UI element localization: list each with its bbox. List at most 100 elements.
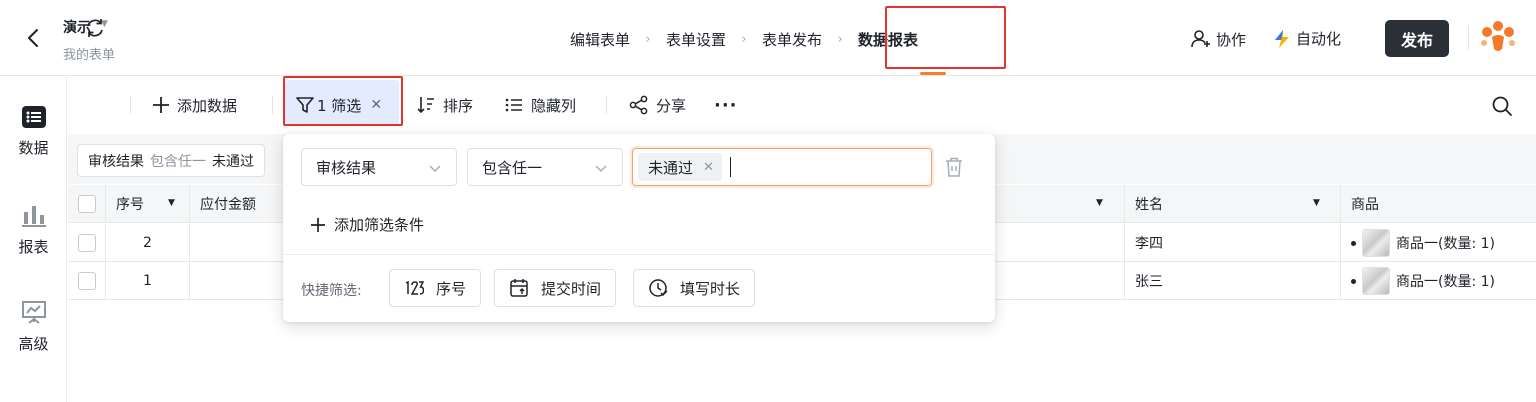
- collab-label: 协作: [1216, 30, 1247, 49]
- search-icon[interactable]: [1491, 95, 1513, 117]
- toolbar-divider: [130, 96, 131, 114]
- rail-item-label: 数据: [18, 139, 49, 157]
- header-seq-label: 序号: [116, 197, 144, 213]
- filter-operator-value: 包含任一: [482, 158, 543, 177]
- publish-button[interactable]: 发布: [1385, 20, 1449, 57]
- add-user-icon: [1191, 30, 1210, 48]
- collab-button[interactable]: 协作: [1190, 28, 1246, 50]
- toolbar-divider: [606, 96, 607, 114]
- left-rail: 数据 报表 高级: [0, 77, 67, 402]
- column-menu-icon[interactable]: ▼: [1096, 198, 1103, 208]
- filter-icon: [296, 97, 314, 113]
- filter-summary-chip[interactable]: 审核结果 包含任一 未通过: [77, 144, 265, 177]
- remove-tag-icon[interactable]: ✕: [703, 160, 714, 175]
- column-menu-icon[interactable]: ▼: [1313, 198, 1320, 208]
- summary-field: 审核结果: [88, 153, 144, 170]
- automation-button[interactable]: 自动化: [1272, 28, 1341, 49]
- filter-field-select[interactable]: 审核结果: [301, 148, 457, 186]
- user-avatar-logo[interactable]: [1478, 19, 1518, 57]
- header-goods[interactable]: 商品: [1341, 185, 1536, 223]
- cell-goods[interactable]: 商品一(数量: 1): [1341, 224, 1536, 262]
- product-thumbnail: [1362, 229, 1390, 257]
- header-divider: [1468, 26, 1469, 50]
- chevron-right-icon: ›: [837, 31, 843, 47]
- cell-goods[interactable]: 商品一(数量: 1): [1341, 262, 1536, 300]
- clear-filter-icon[interactable]: ✕: [370, 97, 382, 113]
- cell-name[interactable]: 张三: [1125, 262, 1341, 300]
- header-goods-label: 商品: [1351, 197, 1379, 213]
- chevron-down-icon: [429, 165, 441, 173]
- row-checkbox-cell: [68, 262, 106, 300]
- filter-field-value: 审核结果: [316, 158, 377, 177]
- header-name[interactable]: 姓名 ▼: [1125, 185, 1341, 223]
- refresh-button[interactable]: [84, 17, 106, 39]
- row-checkbox-cell: [68, 224, 106, 262]
- filter-value-tag: 未通过 ✕: [638, 153, 722, 181]
- filter-operator-select[interactable]: 包含任一: [467, 148, 623, 186]
- chevron-right-icon: ›: [645, 31, 651, 47]
- share-button[interactable]: 分享: [629, 94, 686, 116]
- column-menu-icon[interactable]: ▼: [168, 198, 175, 208]
- quick-filter-submit-time[interactable]: 提交时间: [494, 269, 617, 307]
- step-form-settings[interactable]: 表单设置: [666, 29, 726, 50]
- quick-filter-seq[interactable]: 序号: [389, 269, 482, 307]
- text-cursor: [729, 157, 731, 177]
- quick-filter-label-submit-time: 提交时间: [541, 279, 602, 298]
- header-name-label: 姓名: [1135, 197, 1163, 213]
- rail-item-data[interactable]: 数据: [0, 105, 67, 158]
- quick-filter-duration[interactable]: 填写时长: [633, 269, 756, 307]
- more-options-icon[interactable]: ···: [714, 94, 738, 116]
- list-lines-icon: [505, 98, 522, 112]
- trash-icon[interactable]: [944, 156, 964, 178]
- step-edit-form[interactable]: 编辑表单: [570, 29, 630, 50]
- header-amount-label: 应付金额: [200, 197, 256, 213]
- step-data-report[interactable]: 数据报表: [858, 29, 918, 50]
- filter-button[interactable]: 1 筛选 ✕: [296, 94, 382, 116]
- header-seq[interactable]: 序号 ▼: [106, 185, 190, 223]
- clock-icon: [649, 279, 668, 297]
- goods-text: 商品一(数量: 1): [1396, 236, 1495, 252]
- cell-seq[interactable]: 1: [106, 262, 190, 300]
- bar-chart-icon: [21, 206, 46, 227]
- toolbar-divider: [272, 96, 273, 114]
- chevron-down-icon: [595, 165, 607, 173]
- add-data-button[interactable]: 添加数据: [152, 94, 237, 116]
- chevron-right-icon: ›: [741, 31, 747, 47]
- filter-popover: 审核结果 包含任一 未通过 ✕ 添加筛选条件 快捷筛选: 序号 提交时间 填写时…: [283, 134, 995, 322]
- hide-columns-label: 隐藏列: [531, 96, 577, 115]
- row-checkbox[interactable]: [77, 234, 96, 252]
- share-label: 分享: [656, 96, 687, 115]
- lightning-icon: [1275, 29, 1289, 48]
- automation-label: 自动化: [1296, 30, 1342, 48]
- filter-value-input[interactable]: 未通过 ✕: [632, 148, 932, 186]
- step-navigation: 编辑表单 › 表单设置 › 表单发布 › 数据报表: [570, 28, 918, 50]
- filter-label: 1 筛选: [317, 96, 362, 115]
- step-form-publish[interactable]: 表单发布: [762, 29, 822, 50]
- rail-item-label: 高级: [18, 335, 49, 353]
- sort-button[interactable]: 排序: [416, 94, 473, 116]
- quick-filter-label-duration: 填写时长: [680, 279, 741, 298]
- back-arrow-icon[interactable]: [22, 26, 46, 50]
- row-checkbox[interactable]: [77, 272, 96, 290]
- plus-icon: [153, 97, 169, 113]
- sort-icon: [417, 97, 434, 114]
- header-checkbox-cell: [68, 185, 106, 223]
- rail-item-label: 报表: [18, 238, 49, 256]
- rail-item-report[interactable]: 报表: [0, 202, 67, 257]
- refresh-icon: [87, 19, 103, 37]
- sort-label: 排序: [443, 96, 474, 115]
- presentation-icon: [21, 301, 46, 324]
- active-step-indicator: [920, 72, 946, 75]
- plus-icon: [311, 217, 325, 232]
- select-all-checkbox[interactable]: [77, 195, 96, 213]
- calendar-upload-icon: [510, 279, 528, 297]
- rail-item-advanced[interactable]: 高级: [0, 299, 67, 354]
- hide-columns-button[interactable]: 隐藏列: [504, 94, 576, 116]
- cell-name[interactable]: 李四: [1125, 224, 1341, 262]
- bullet-dot: [1351, 240, 1356, 246]
- number-icon: [405, 280, 424, 295]
- cell-seq[interactable]: 2: [106, 224, 190, 262]
- summary-operator: 包含任一: [150, 153, 206, 170]
- add-filter-condition-button[interactable]: 添加筛选条件: [310, 214, 424, 235]
- add-condition-label: 添加筛选条件: [334, 216, 425, 234]
